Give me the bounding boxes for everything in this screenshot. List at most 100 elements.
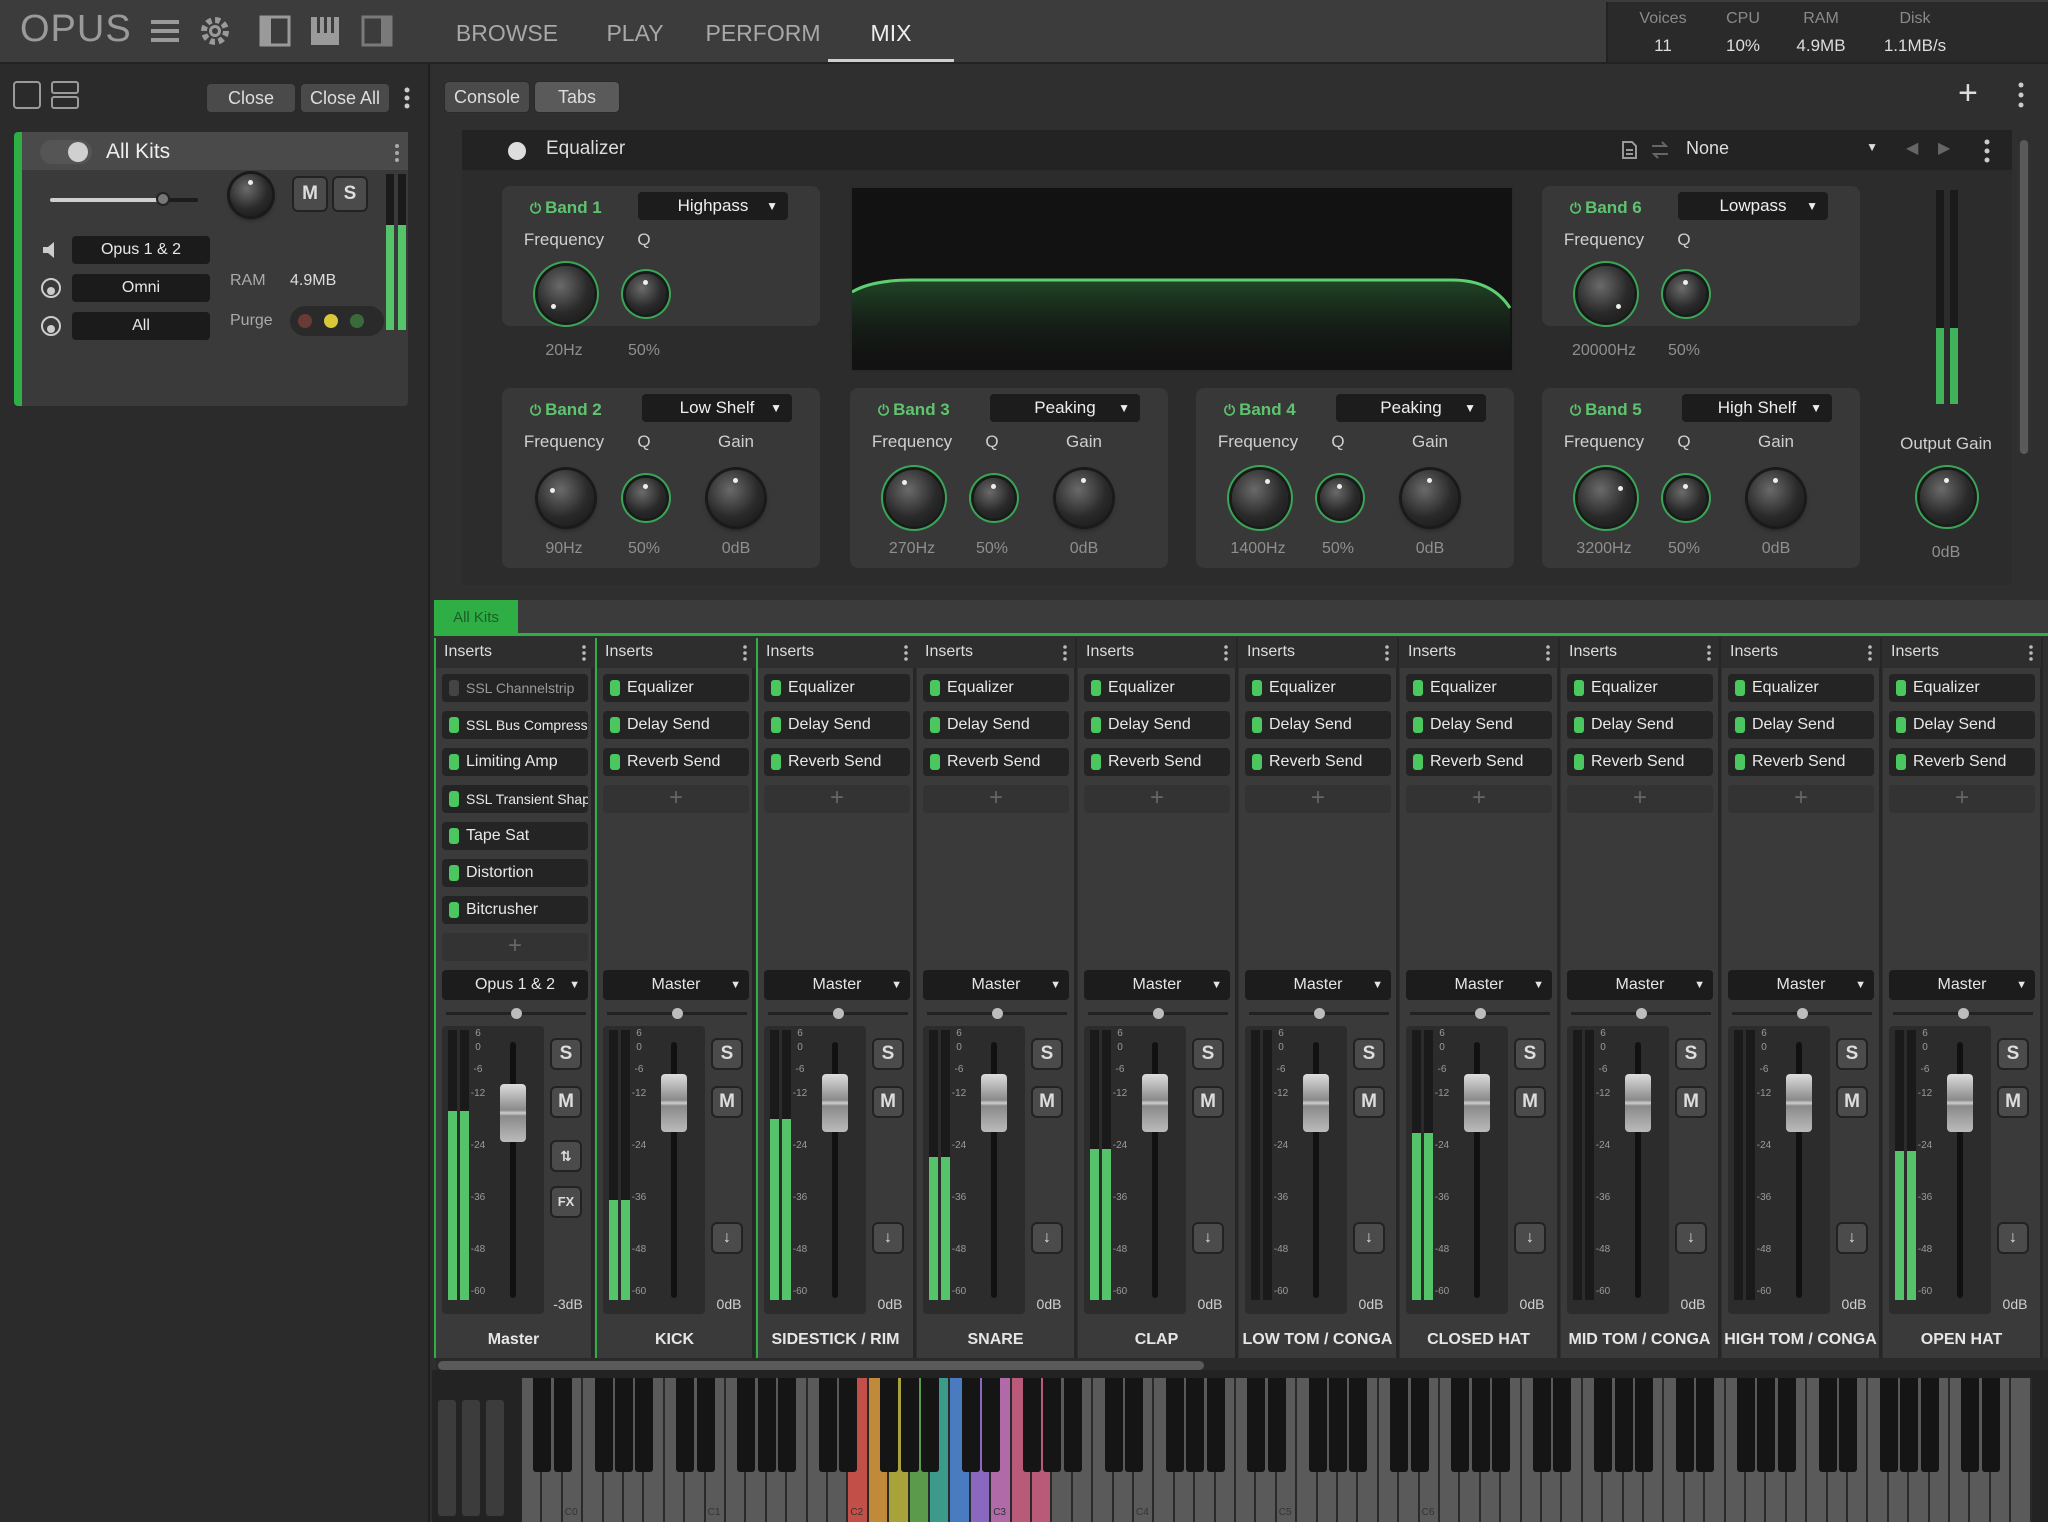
arrow-down-icon[interactable]: ↓ (1192, 1222, 1224, 1254)
single-view-icon[interactable] (12, 80, 42, 115)
insert-power-led[interactable] (1574, 717, 1584, 733)
black-key[interactable] (696, 1378, 715, 1472)
insert-slot[interactable]: Delay Send (1406, 711, 1552, 739)
black-key[interactable] (1329, 1378, 1347, 1472)
insert-slot[interactable]: Reverb Send (764, 748, 910, 776)
mute-button[interactable]: M (1192, 1086, 1224, 1118)
black-key[interactable] (1696, 1378, 1715, 1472)
black-key[interactable] (594, 1378, 613, 1472)
band-4-frequency-knob[interactable] (1232, 470, 1288, 526)
output-select[interactable]: Master ▼ (1889, 970, 2035, 1000)
pan-slider[interactable] (1410, 1008, 1550, 1019)
black-key[interactable] (1267, 1378, 1286, 1472)
black-key[interactable] (1981, 1378, 2000, 1472)
band-2-q-knob[interactable] (626, 478, 666, 518)
mute-button[interactable]: M (1353, 1086, 1385, 1118)
black-key[interactable] (1533, 1378, 1551, 1472)
insert-power-led[interactable] (1574, 680, 1584, 696)
solo-button[interactable]: S (872, 1038, 904, 1070)
output-select[interactable]: Master ▼ (1084, 970, 1230, 1000)
insert-slot[interactable]: Bitcrusher (442, 896, 588, 924)
solo-button[interactable]: S (1836, 1038, 1868, 1070)
band-5-label[interactable]: ⏻ Band 5 (1570, 400, 1642, 420)
arrow-down-icon[interactable]: ↓ (711, 1222, 743, 1254)
black-key[interactable] (1165, 1378, 1184, 1472)
black-key[interactable] (533, 1378, 552, 1472)
arrow-down-icon[interactable]: ↓ (1514, 1222, 1546, 1254)
next-preset-icon[interactable]: ▶ (1938, 138, 1950, 158)
fx-button[interactable]: FX (550, 1186, 582, 1218)
insert-power-led[interactable] (449, 828, 459, 844)
add-insert-button[interactable]: + (923, 785, 1069, 813)
eq-curve-display[interactable] (850, 186, 1514, 372)
insert-slot[interactable]: Equalizer (764, 674, 910, 702)
close-all-button[interactable]: Close All (300, 83, 390, 113)
piano-keyboard[interactable]: C0 C1 C2 C3 C4 C5 C6 (432, 1370, 2048, 1522)
inserts-more-icon[interactable] (1705, 644, 1713, 667)
solo-button[interactable]: S (1192, 1038, 1224, 1070)
fader-handle[interactable] (1303, 1074, 1329, 1132)
pan-slider[interactable] (607, 1008, 747, 1019)
equalizer-power-button[interactable] (508, 142, 526, 160)
insert-slot[interactable]: Reverb Send (923, 748, 1069, 776)
pan-slider[interactable] (927, 1008, 1067, 1019)
white-key[interactable] (2011, 1378, 2032, 1522)
more-icon[interactable] (2016, 80, 2026, 115)
insert-slot[interactable]: Reverb Send (603, 748, 749, 776)
mute-button[interactable]: M (872, 1086, 904, 1118)
close-button[interactable]: Close (206, 83, 296, 113)
black-key[interactable] (1675, 1378, 1694, 1472)
arrow-down-icon[interactable]: ↓ (1031, 1222, 1063, 1254)
pan-slider[interactable] (446, 1008, 586, 1019)
kit-toggle[interactable] (40, 140, 92, 164)
output-select[interactable]: Master ▼ (923, 970, 1069, 1000)
output-select[interactable]: Master ▼ (1567, 970, 1713, 1000)
band-4-gain-knob[interactable] (1402, 470, 1458, 526)
tab-perform[interactable]: PERFORM (700, 0, 826, 62)
fader-handle[interactable] (1142, 1074, 1168, 1132)
band-1-q-knob[interactable] (626, 274, 666, 314)
insert-slot[interactable]: Reverb Send (1728, 748, 1874, 776)
solo-button[interactable]: S (1031, 1038, 1063, 1070)
black-key[interactable] (1594, 1378, 1613, 1472)
black-key[interactable] (982, 1378, 1001, 1472)
band-3-label[interactable]: ⏻ Band 3 (878, 400, 950, 420)
mod-wheel[interactable] (462, 1400, 480, 1516)
black-key[interactable] (1125, 1378, 1143, 1472)
black-key[interactable] (1186, 1378, 1205, 1472)
solo-button[interactable]: S (711, 1038, 743, 1070)
black-key[interactable] (1879, 1378, 1898, 1472)
kit-mute-button[interactable]: M (292, 176, 328, 212)
black-key[interactable] (1839, 1378, 1857, 1472)
eq-scrollbar[interactable] (2018, 140, 2030, 454)
black-key[interactable] (635, 1378, 654, 1472)
band-6-label[interactable]: ⏻ Band 6 (1570, 198, 1642, 218)
solo-button[interactable]: S (1675, 1038, 1707, 1070)
tab-browse[interactable]: BROWSE (450, 0, 564, 62)
insert-power-led[interactable] (930, 754, 940, 770)
black-key[interactable] (1961, 1378, 1980, 1472)
kit-output-select[interactable]: Opus 1 & 2 (72, 236, 210, 264)
insert-power-led[interactable] (1252, 680, 1262, 696)
arrow-down-icon[interactable]: ↓ (1997, 1222, 2029, 1254)
black-key[interactable] (921, 1378, 939, 1472)
preset-select[interactable]: None ▼ (1686, 138, 1886, 164)
menu-icon[interactable] (148, 14, 182, 48)
black-key[interactable] (757, 1378, 776, 1472)
pan-slider[interactable] (768, 1008, 908, 1019)
black-key[interactable] (1104, 1378, 1123, 1472)
insert-power-led[interactable] (1735, 717, 1745, 733)
inserts-more-icon[interactable] (2027, 644, 2035, 667)
band-2-type-select[interactable]: Low Shelf ▼ (642, 394, 792, 422)
band-6-frequency-knob[interactable] (1578, 266, 1634, 322)
fader-handle[interactable] (1947, 1074, 1973, 1132)
black-key[interactable] (1492, 1378, 1511, 1472)
black-key[interactable] (1614, 1378, 1633, 1472)
arrow-down-icon[interactable]: ↓ (1836, 1222, 1868, 1254)
black-key[interactable] (1023, 1378, 1041, 1472)
output-select[interactable]: Master ▼ (1245, 970, 1391, 1000)
insert-power-led[interactable] (610, 754, 620, 770)
band-5-type-select[interactable]: High Shelf ▼ (1682, 394, 1832, 422)
insert-slot[interactable]: Delay Send (1889, 711, 2035, 739)
arrow-down-icon[interactable]: ↓ (1675, 1222, 1707, 1254)
